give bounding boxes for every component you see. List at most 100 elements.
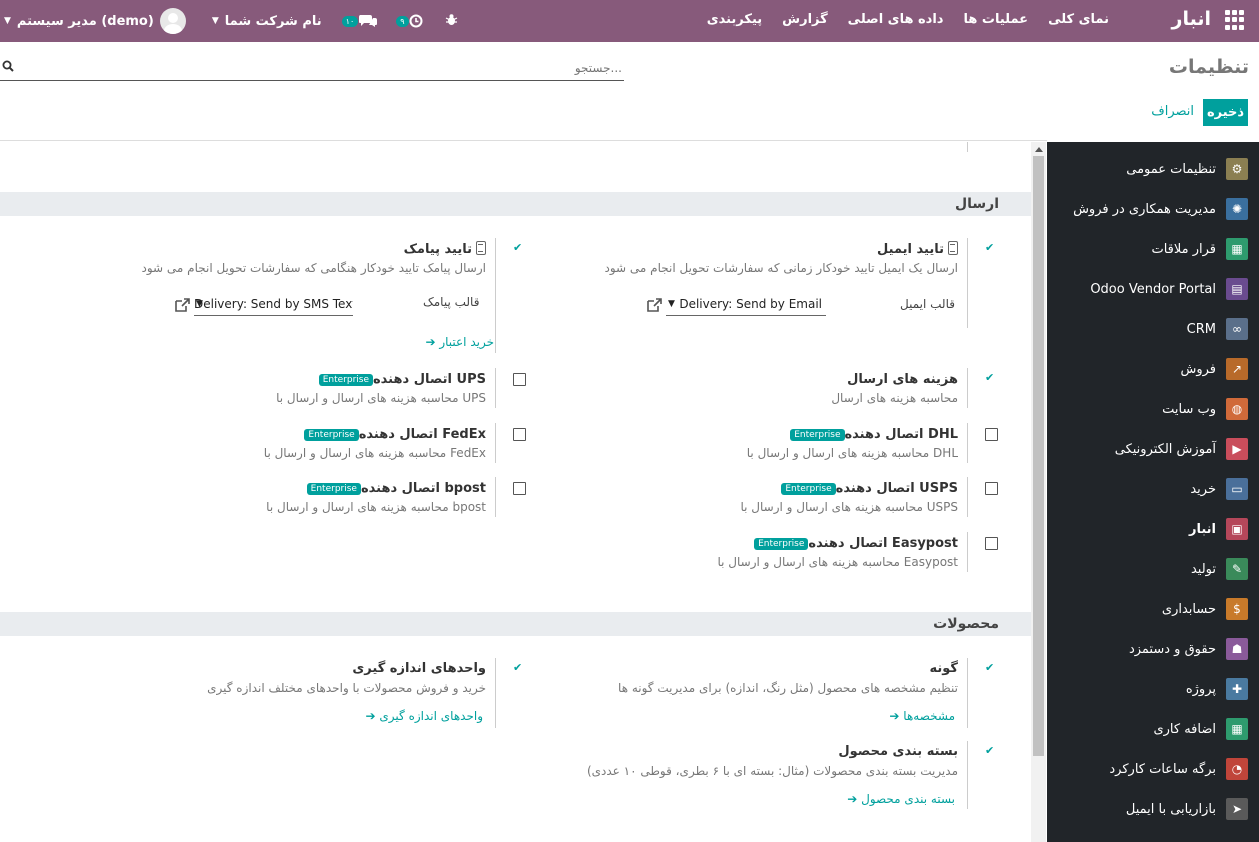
- fedex-checkbox[interactable]: [513, 428, 526, 441]
- section-shipping: ارسال: [0, 192, 1031, 216]
- external-link-icon[interactable]: [645, 297, 663, 313]
- menu-master-data[interactable]: داده های اصلی: [848, 12, 944, 27]
- email-template-select[interactable]: ▼ Delivery: Send by Email: [666, 294, 826, 316]
- sidebar-item-label: خرید: [1190, 481, 1216, 497]
- sidebar-item[interactable]: تولید ✎: [1047, 554, 1259, 584]
- dhl-checkbox[interactable]: [985, 428, 998, 441]
- activity-count-badge: ۹: [396, 15, 409, 27]
- shipping-costs-checkbox[interactable]: [985, 371, 998, 386]
- buy-credits-link[interactable]: ➔ خرید اعتبار: [425, 335, 494, 349]
- bpost-checkbox[interactable]: [513, 482, 526, 495]
- sidebar-item-label: برگه ساعات کارکرد: [1109, 761, 1216, 777]
- usps-checkbox[interactable]: [985, 482, 998, 495]
- puzzle-icon: ✚: [1226, 678, 1248, 700]
- uom-checkbox[interactable]: [513, 661, 526, 676]
- purchase-icon: ▭: [1226, 478, 1248, 500]
- fedex-desc: محاسبه هزینه های ارسال و ارسال با FedEx: [263, 446, 486, 460]
- arrow-right-icon: ➔: [889, 709, 904, 723]
- scrollbar[interactable]: [1031, 142, 1046, 842]
- gear-icon: ⚙: [1226, 158, 1248, 180]
- sidebar-item[interactable]: اضافه کاری ▦: [1047, 714, 1259, 744]
- sidebar-item[interactable]: مدیریت همکاری در فروش ✺: [1047, 194, 1259, 224]
- enterprise-badge: Enterprise: [790, 429, 845, 441]
- scrollbar-thumb[interactable]: [1033, 156, 1044, 756]
- menu-reporting[interactable]: گزارش: [782, 12, 828, 27]
- uom-desc: خرید و فروش محصولات با واحدهای مختلف اند…: [207, 681, 486, 695]
- divider: [967, 423, 968, 463]
- sidebar-item[interactable]: حقوق و دستمزد ☗: [1047, 634, 1259, 664]
- sidebar-item[interactable]: برگه ساعات کارکرد ◔: [1047, 754, 1259, 784]
- messaging-menu[interactable]: ۱۰: [341, 14, 379, 28]
- discard-button[interactable]: انصراف: [1151, 104, 1194, 119]
- bpost-desc: محاسبه هزینه های ارسال و ارسال با bpost: [266, 500, 486, 514]
- app-brand[interactable]: انبار: [1172, 8, 1211, 30]
- user-menu[interactable]: ▼ مدیر سیستم (demo): [4, 8, 186, 34]
- sidebar-item[interactable]: حسابداری $: [1047, 594, 1259, 624]
- sidebar-item[interactable]: وب سایت ◍: [1047, 394, 1259, 424]
- sidebar-item[interactable]: تنظیمات عمومی ⚙: [1047, 154, 1259, 184]
- sidebar-item[interactable]: آموزش الکترونیکی ▶: [1047, 434, 1259, 464]
- sidebar-item-label: وب سایت: [1162, 401, 1216, 417]
- divider: [967, 532, 968, 572]
- divider: [967, 658, 968, 728]
- uom-link[interactable]: ➔ واحدهای اندازه گیری: [366, 709, 483, 723]
- overtime-icon: ▦: [1226, 718, 1248, 740]
- bug-icon: [445, 13, 457, 25]
- menu-operations[interactable]: عملیات ها: [963, 12, 1028, 27]
- variants-title: گونه: [929, 661, 958, 676]
- sidebar-item[interactable]: انبار ▣: [1047, 514, 1259, 544]
- page-title: تنظیمات: [1168, 56, 1249, 78]
- ups-title: Enterprise اتصال دهنده UPS: [315, 372, 486, 387]
- divider: [967, 741, 968, 809]
- sidebar-item[interactable]: Odoo Vendor Portal ▤: [1047, 274, 1259, 304]
- enterprise-badge: Enterprise: [318, 374, 373, 386]
- divider: [495, 238, 496, 353]
- sidebar-item[interactable]: قرار ملاقات ▦: [1047, 234, 1259, 264]
- divider: [495, 658, 496, 728]
- save-button[interactable]: ذخیره: [1203, 99, 1248, 126]
- arrow-right-icon: ➔: [365, 709, 380, 723]
- search-icon[interactable]: [2, 60, 14, 72]
- sidebar-item-label: تولید: [1190, 561, 1216, 577]
- chevron-down-icon: ▼: [196, 299, 203, 309]
- elearning-icon: ▶: [1226, 438, 1248, 460]
- sidebar-item-label: Odoo Vendor Portal: [1090, 281, 1216, 297]
- box-icon: ▣: [1226, 518, 1248, 540]
- variants-checkbox[interactable]: [985, 661, 998, 676]
- chevron-down-icon: ▼: [211, 16, 219, 26]
- debug-menu[interactable]: [445, 13, 458, 30]
- menu-configuration[interactable]: پیکربندی: [707, 12, 762, 27]
- packaging-link[interactable]: ➔ بسته بندی محصول: [847, 792, 955, 806]
- external-link-icon[interactable]: [173, 297, 191, 313]
- clock-icon: [409, 14, 423, 28]
- email-confirmation-checkbox[interactable]: [985, 241, 998, 256]
- company-switcher[interactable]: ▼ نام شرکت شما: [212, 14, 322, 29]
- sidebar-item-label: مدیریت همکاری در فروش: [1073, 201, 1216, 217]
- easypost-desc: محاسبه هزینه های ارسال و ارسال با Easypo…: [717, 555, 959, 569]
- ups-checkbox[interactable]: [513, 373, 526, 386]
- attributes-link[interactable]: ➔ مشخصه‌ها: [889, 709, 955, 723]
- sidebar-item[interactable]: پروژه ✚: [1047, 674, 1259, 704]
- menu-overview[interactable]: نمای کلی: [1048, 12, 1109, 27]
- activity-menu[interactable]: ۹: [396, 14, 423, 28]
- easypost-title: Enterprise اتصال دهنده Easypost: [750, 536, 958, 551]
- scroll-up-icon[interactable]: [1035, 147, 1043, 152]
- sms-confirmation-checkbox[interactable]: [513, 241, 526, 256]
- company-building-icon: [476, 241, 486, 255]
- apps-menu-icon[interactable]: [1225, 10, 1245, 30]
- enterprise-badge: Enterprise: [754, 538, 809, 550]
- enterprise-badge: Enterprise: [781, 483, 836, 495]
- user-name: مدیر سیستم (demo): [16, 13, 154, 29]
- divider: [495, 477, 496, 517]
- sidebar-item[interactable]: بازاریابی با ایمیل ➤: [1047, 794, 1259, 824]
- sidebar-item[interactable]: CRM ∞: [1047, 314, 1259, 344]
- sms-template-label: قالب پیامک: [423, 295, 480, 309]
- search-input[interactable]: [0, 57, 624, 79]
- email-confirmation-title: تایید ایمیل: [877, 241, 958, 257]
- sidebar-item[interactable]: خرید ▭: [1047, 474, 1259, 504]
- packaging-checkbox[interactable]: [985, 744, 998, 759]
- sms-template-select[interactable]: ▼ Delivery: Send by SMS Text Message: [194, 294, 353, 316]
- sidebar-item[interactable]: فروش ↗: [1047, 354, 1259, 384]
- paper-plane-icon: ➤: [1226, 798, 1248, 820]
- easypost-checkbox[interactable]: [985, 537, 998, 550]
